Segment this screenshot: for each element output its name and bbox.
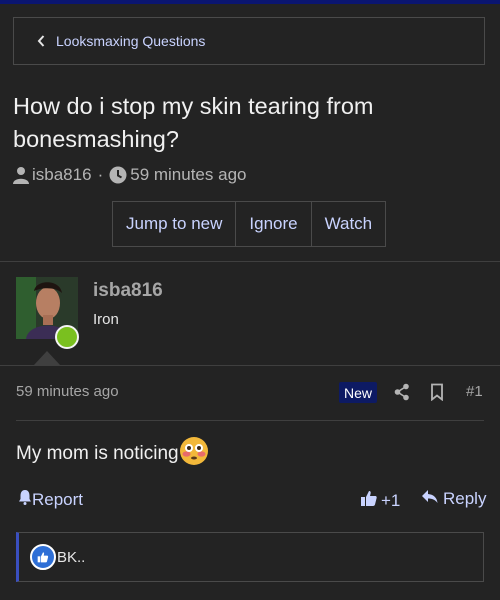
post-time[interactable]: 59 minutes ago bbox=[16, 383, 119, 400]
watch-button[interactable]: Watch bbox=[310, 202, 386, 246]
clock-icon bbox=[109, 166, 127, 184]
reply-arrow-icon bbox=[422, 489, 438, 509]
thread-author[interactable]: isba816 bbox=[32, 165, 92, 185]
breadcrumb-label[interactable]: Looksmaxing Questions bbox=[56, 33, 205, 49]
like-button[interactable]: +1 bbox=[360, 489, 400, 512]
report-button[interactable]: Report bbox=[18, 489, 83, 510]
ignore-button[interactable]: Ignore bbox=[235, 202, 310, 246]
divider bbox=[16, 420, 484, 421]
like-reaction-icon bbox=[30, 544, 56, 570]
online-status-indicator bbox=[55, 325, 79, 349]
divider bbox=[0, 365, 500, 366]
like-count[interactable]: +1 bbox=[381, 491, 400, 511]
jump-to-new-button[interactable]: Jump to new bbox=[113, 202, 235, 246]
breadcrumb[interactable]: Looksmaxing Questions bbox=[13, 17, 485, 65]
meta-separator: · bbox=[97, 165, 104, 184]
reply-button[interactable]: Reply bbox=[422, 489, 486, 509]
post-body: My mom is noticing bbox=[16, 436, 209, 472]
thread-time[interactable]: 59 minutes ago bbox=[130, 165, 246, 185]
top-accent-bar bbox=[0, 0, 500, 4]
chevron-left-icon bbox=[26, 34, 56, 48]
user-title: Iron bbox=[93, 311, 119, 328]
user-icon bbox=[13, 166, 29, 184]
report-label[interactable]: Report bbox=[32, 490, 83, 510]
post-username[interactable]: isba816 bbox=[93, 280, 163, 302]
thumbs-up-icon bbox=[360, 489, 378, 512]
post-pointer bbox=[34, 351, 60, 365]
reactions-bar[interactable]: BK.. bbox=[16, 532, 484, 582]
share-icon[interactable] bbox=[394, 383, 410, 406]
bell-icon bbox=[18, 489, 32, 510]
reply-label[interactable]: Reply bbox=[443, 489, 486, 509]
thread-meta: isba816 · 59 minutes ago bbox=[13, 165, 246, 185]
post-number-link[interactable]: #1 bbox=[466, 383, 483, 400]
flushed-face-icon bbox=[179, 436, 209, 472]
reactions-users[interactable]: BK.. bbox=[57, 549, 85, 566]
thread-title: How do i stop my skin tearing from bones… bbox=[13, 93, 374, 152]
bookmark-icon[interactable] bbox=[430, 383, 444, 406]
post-body-text: My mom is noticing bbox=[16, 443, 179, 464]
thread-actions: Jump to new Ignore Watch bbox=[112, 201, 387, 247]
divider bbox=[0, 261, 500, 262]
new-badge: New bbox=[339, 382, 378, 403]
